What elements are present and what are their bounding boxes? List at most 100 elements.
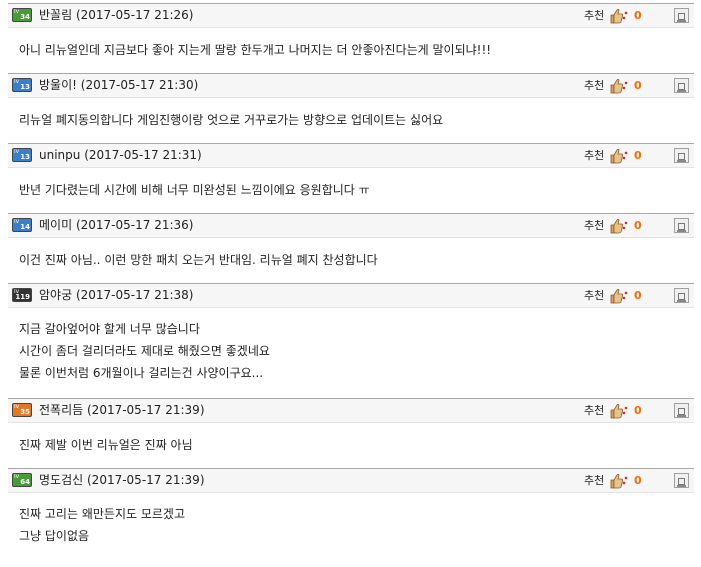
- vote-count: 0: [634, 219, 642, 232]
- report-icon: [677, 478, 686, 487]
- comment-timestamp: (2017-05-17 21:30): [80, 78, 199, 92]
- vote-count: 0: [634, 474, 642, 487]
- report-button[interactable]: [674, 148, 689, 163]
- comment-item: lv 64 명도검신 (2017-05-17 21:39) 추천 0 진짜 고리: [8, 468, 694, 563]
- author-name[interactable]: 암야궁: [39, 288, 72, 302]
- recommend-label: 추천: [584, 289, 605, 302]
- report-button[interactable]: [674, 218, 689, 233]
- comment-body: 반년 기다렸는데 시간에 비해 너무 미완성된 느낌이에요 응원합니다 ㅠ: [8, 168, 694, 213]
- comment-item: lv 34 반꼴림 (2017-05-17 21:26) 추천 0 아니 리뉴얼: [8, 3, 694, 73]
- thumbs-up-icon[interactable]: [609, 473, 629, 489]
- report-button[interactable]: [674, 78, 689, 93]
- author-name[interactable]: uninpu: [39, 148, 80, 162]
- comment-author: 메이미 (2017-05-17 21:36): [39, 218, 193, 233]
- level-badge-icon: lv 119: [12, 288, 32, 302]
- comment-text-line: 아니 리뉴얼인데 지금보다 좋아 지는게 딸랑 한두개고 나머지는 더 안좋아진…: [19, 43, 492, 57]
- comment-text-line: 그냥 답이없음: [19, 529, 90, 543]
- thumbs-up-icon[interactable]: [609, 8, 629, 24]
- author-name[interactable]: 명도검신: [39, 473, 83, 487]
- comment-text-line: 물론 이번처럼 6개월이나 걸리는건 사양이구요...: [19, 366, 264, 380]
- comment-item: lv 35 전폭리듬 (2017-05-17 21:39) 추천 0 진짜 제발: [8, 398, 694, 468]
- comment-text-line: 반년 기다렸는데 시간에 비해 너무 미완성된 느낌이에요 응원합니다 ㅠ: [19, 183, 370, 197]
- level-number: 13: [20, 83, 30, 91]
- comment-item: lv 14 메이미 (2017-05-17 21:36) 추천 0 이건 진짜: [8, 213, 694, 283]
- author-name[interactable]: 전폭리듬: [39, 403, 83, 417]
- comment-header: lv 13 uninpu (2017-05-17 21:31) 추천 0: [8, 143, 694, 168]
- comment-body: 이건 진짜 아님.. 이런 망한 패치 오는거 반대임. 리뉴얼 폐지 찬성합니…: [8, 238, 694, 283]
- vote-count: 0: [634, 79, 642, 92]
- report-icon: [677, 83, 686, 92]
- recommend-label: 추천: [584, 404, 605, 417]
- comment-text-line: 이건 진짜 아님.. 이런 망한 패치 오는거 반대임. 리뉴얼 폐지 찬성합니…: [19, 253, 378, 267]
- thumbs-up-icon[interactable]: [609, 218, 629, 234]
- comment-text-line: 진짜 제발 이번 리뉴얼은 진짜 아님: [19, 438, 193, 452]
- comment-author: 반꼴림 (2017-05-17 21:26): [39, 8, 193, 23]
- comment-text-line: 진짜 고리는 왜만든지도 모르겠고: [19, 507, 186, 521]
- level-badge-icon: lv 13: [12, 148, 32, 162]
- report-button[interactable]: [674, 403, 689, 418]
- level-badge-icon: lv 14: [12, 218, 32, 232]
- level-badge-icon: lv 34: [12, 8, 32, 22]
- recommend-label: 추천: [584, 149, 605, 162]
- report-icon: [677, 293, 686, 302]
- comment-item: lv 119 암야궁 (2017-05-17 21:38) 추천 0 지금 갈아: [8, 283, 694, 398]
- comment-body: 진짜 제발 이번 리뉴얼은 진짜 아님: [8, 423, 694, 468]
- comment-timestamp: (2017-05-17 21:39): [87, 403, 205, 417]
- level-badge-icon: lv 13: [12, 78, 32, 92]
- comment-item: lv 13 uninpu (2017-05-17 21:31) 추천 0 반년: [8, 143, 694, 213]
- vote-count: 0: [634, 289, 642, 302]
- vote-count: 0: [634, 9, 642, 22]
- report-icon: [677, 13, 686, 22]
- thumbs-up-icon[interactable]: [609, 148, 629, 164]
- comment-header: lv 34 반꼴림 (2017-05-17 21:26) 추천 0: [8, 3, 694, 28]
- level-badge-icon: lv 35: [12, 403, 32, 417]
- level-number: 34: [20, 13, 30, 21]
- author-name[interactable]: 방울이!: [39, 78, 77, 92]
- level-number: 119: [15, 293, 30, 301]
- thumbs-up-icon[interactable]: [609, 403, 629, 419]
- report-icon: [677, 223, 686, 232]
- report-icon: [677, 153, 686, 162]
- comment-header: lv 119 암야궁 (2017-05-17 21:38) 추천 0: [8, 283, 694, 308]
- thumbs-up-icon[interactable]: [609, 288, 629, 304]
- comment-text-line: 리뉴얼 폐지동의합니다 게임진행이랑 엇으로 거꾸로가는 방향으로 업데이트는 …: [19, 113, 444, 127]
- comment-timestamp: (2017-05-17 21:38): [75, 288, 194, 302]
- recommend-label: 추천: [584, 9, 605, 22]
- comment-timestamp: (2017-05-17 21:36): [75, 218, 194, 232]
- comment-author: 암야궁 (2017-05-17 21:38): [39, 288, 193, 303]
- report-icon: [677, 408, 686, 417]
- report-button[interactable]: [674, 8, 689, 23]
- level-number: 13: [20, 153, 30, 161]
- level-number: 14: [20, 223, 30, 231]
- recommend-label: 추천: [584, 219, 605, 232]
- recommend-label: 추천: [584, 474, 605, 487]
- author-name[interactable]: 메이미: [39, 218, 72, 232]
- level-number: 64: [20, 478, 30, 486]
- comment-body: 지금 갈아엎어야 할게 너무 많습니다시간이 좀더 걸리더라도 제대로 해줬으면…: [8, 308, 694, 398]
- comment-body: 진짜 고리는 왜만든지도 모르겠고그냥 답이없음: [8, 493, 694, 563]
- comment-timestamp: (2017-05-17 21:39): [87, 473, 205, 487]
- comment-text-line: 지금 갈아엎어야 할게 너무 많습니다: [19, 322, 200, 336]
- comment-author: uninpu (2017-05-17 21:31): [39, 148, 202, 163]
- vote-count: 0: [634, 404, 642, 417]
- comment-header: lv 35 전폭리듬 (2017-05-17 21:39) 추천 0: [8, 398, 694, 423]
- comment-text-line: 시간이 좀더 걸리더라도 제대로 해줬으면 좋겠네요: [19, 344, 270, 358]
- comment-author: 방울이! (2017-05-17 21:30): [39, 78, 198, 93]
- comment-author: 전폭리듬 (2017-05-17 21:39): [39, 403, 205, 418]
- comment-timestamp: (2017-05-17 21:31): [84, 148, 202, 162]
- comment-item: lv 13 방울이! (2017-05-17 21:30) 추천 0 리뉴얼 폐: [8, 73, 694, 143]
- level-number: 35: [20, 408, 30, 416]
- comment-body: 아니 리뉴얼인데 지금보다 좋아 지는게 딸랑 한두개고 나머지는 더 안좋아진…: [8, 28, 694, 73]
- comment-body: 리뉴얼 폐지동의합니다 게임진행이랑 엇으로 거꾸로가는 방향으로 업데이트는 …: [8, 98, 694, 143]
- thumbs-up-icon[interactable]: [609, 78, 629, 94]
- recommend-label: 추천: [584, 79, 605, 92]
- vote-count: 0: [634, 149, 642, 162]
- report-button[interactable]: [674, 473, 689, 488]
- comment-header: lv 13 방울이! (2017-05-17 21:30) 추천 0: [8, 73, 694, 98]
- comment-author: 명도검신 (2017-05-17 21:39): [39, 473, 205, 488]
- author-name[interactable]: 반꼴림: [39, 8, 72, 22]
- level-badge-icon: lv 64: [12, 473, 32, 487]
- comment-header: lv 64 명도검신 (2017-05-17 21:39) 추천 0: [8, 468, 694, 493]
- report-button[interactable]: [674, 288, 689, 303]
- comment-header: lv 14 메이미 (2017-05-17 21:36) 추천 0: [8, 213, 694, 238]
